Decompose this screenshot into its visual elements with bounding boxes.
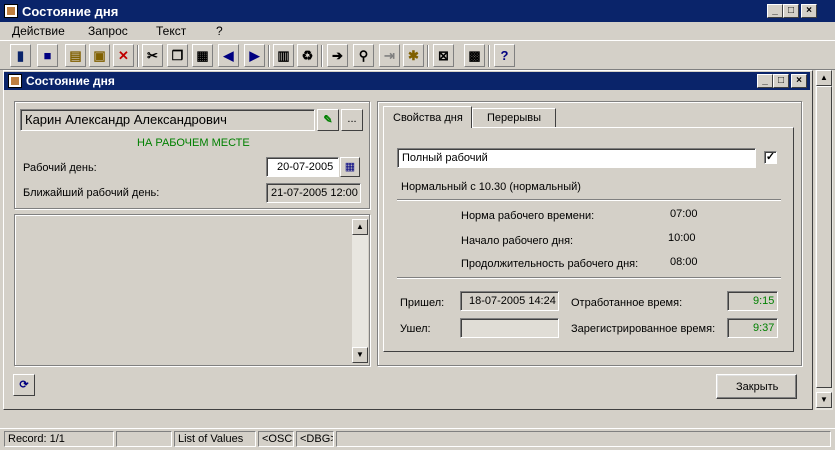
norm-label: Норма рабочего времени:: [461, 210, 595, 222]
goto-icon[interactable]: ➔: [327, 44, 348, 67]
maximize-icon[interactable]: □: [783, 4, 799, 18]
navigate-icon[interactable]: ⇥: [379, 44, 400, 67]
details-group: [14, 214, 370, 366]
workday-label: Рабочий день:: [23, 162, 97, 174]
status-osc: <OSC>: [258, 431, 294, 447]
settings-icon[interactable]: ✱: [403, 44, 424, 67]
insert-record-icon[interactable]: ▥: [273, 44, 294, 67]
nearest-day-field: 21-07-2005 12:00: [266, 183, 361, 203]
save-icon[interactable]: ■: [37, 44, 58, 67]
paste-icon[interactable]: ▦: [192, 44, 213, 67]
details-scroll-down-icon[interactable]: ▼: [352, 347, 368, 363]
status-label: НА РАБОЧЕМ МЕСТЕ: [137, 137, 250, 149]
tab-breaks[interactable]: Перерывы: [472, 108, 556, 128]
status-bar: Record: 1/1 List of Values <OSC> <DBG>: [0, 428, 835, 450]
print-icon[interactable]: ▤: [65, 44, 86, 67]
employee-lookup-icon[interactable]: ✎: [317, 109, 339, 131]
left-field: [460, 318, 559, 338]
toolbar-separator: [427, 45, 429, 67]
child-maximize-icon[interactable]: □: [773, 74, 789, 88]
find-icon[interactable]: ⚲: [353, 44, 374, 67]
refresh-icon[interactable]: ⟳: [13, 374, 35, 396]
close-icon[interactable]: ×: [801, 4, 817, 18]
registered-label: Зарегистрированное время:: [571, 323, 716, 335]
toolbar: ▮ ■ ▤ ▣ ✕ ✂ ❐ ▦ ◀ ▶ ▥ ♻ ➔ ⚲ ⇥ ✱ ⊠ ▩ ?: [0, 40, 835, 70]
close-button[interactable]: Закрыть: [716, 374, 797, 399]
left-label: Ушел:: [400, 323, 431, 335]
status-message: [336, 431, 831, 447]
toolbar-separator: [321, 45, 323, 67]
menu-help[interactable]: ?: [216, 24, 223, 38]
start-label: Начало рабочего дня:: [461, 235, 574, 247]
menu-text[interactable]: Текст: [156, 24, 186, 38]
toolbar-separator: [268, 45, 270, 67]
query-icon[interactable]: ▣: [89, 44, 110, 67]
menu-query[interactable]: Запрос: [88, 24, 128, 38]
child-title-bar: Состояние дня _ □ ×: [4, 72, 810, 90]
child-close-icon[interactable]: ×: [791, 74, 807, 88]
scroll-thumb[interactable]: [816, 86, 832, 388]
scroll-up-icon[interactable]: ▲: [816, 70, 832, 86]
worked-field: 9:15: [727, 291, 778, 311]
scroll-down-icon[interactable]: ▼: [816, 392, 832, 408]
details-scrollbar[interactable]: ▲ ▼: [352, 219, 368, 363]
grid-icon[interactable]: ▩: [464, 44, 485, 67]
day-type-field[interactable]: Полный рабочий: [397, 148, 756, 168]
main-title-bar: Состояние дня _ □ ×: [0, 0, 835, 22]
day-type-checkbox[interactable]: ✓: [764, 151, 777, 164]
exit-icon[interactable]: ▮: [10, 44, 31, 67]
calendar-icon[interactable]: ▦: [340, 157, 360, 177]
start-value: 10:00: [668, 232, 696, 244]
status-empty: [116, 431, 172, 447]
outer-scrollbar[interactable]: ▲ ▼: [815, 70, 833, 410]
help-icon[interactable]: ?: [494, 44, 515, 67]
schedule-label: Нормальный с 10.30 (нормальный): [401, 181, 581, 193]
app-icon: [4, 4, 18, 18]
window-title: Состояние дня: [22, 4, 119, 19]
next-icon[interactable]: ▶: [244, 44, 265, 67]
status-dbg: <DBG>: [296, 431, 334, 447]
worked-label: Отработанное время:: [571, 297, 683, 309]
minimize-icon[interactable]: _: [767, 4, 783, 18]
arrived-label: Пришел:: [400, 297, 445, 309]
status-record: Record: 1/1: [4, 431, 114, 447]
nearest-day-label: Ближайший рабочий день:: [23, 187, 160, 199]
copy-icon[interactable]: ❐: [167, 44, 188, 67]
more-button[interactable]: ...: [341, 109, 363, 131]
duration-label: Продолжительность рабочего дня:: [461, 258, 639, 270]
child-title: Состояние дня: [26, 74, 115, 88]
employee-name-field: Карин Александр Александрович: [20, 109, 315, 131]
toolbar-separator: [137, 45, 139, 67]
divider: [397, 199, 781, 201]
norm-value: 07:00: [670, 208, 698, 220]
menu-bar: Действие Запрос Текст ?: [0, 22, 835, 40]
registered-field: 9:37: [727, 318, 778, 338]
child-minimize-icon[interactable]: _: [757, 74, 773, 88]
toolbar-separator: [488, 45, 490, 67]
cut-icon[interactable]: ✂: [142, 44, 163, 67]
cancel-query-icon[interactable]: ✕: [113, 44, 134, 67]
details-scroll-up-icon[interactable]: ▲: [352, 219, 368, 235]
duration-value: 08:00: [670, 256, 698, 268]
form-icon: [8, 74, 22, 88]
clear-form-icon[interactable]: ⊠: [433, 44, 454, 67]
delete-record-icon[interactable]: ♻: [297, 44, 318, 67]
tab-day-properties[interactable]: Свойства дня: [383, 106, 472, 128]
previous-icon[interactable]: ◀: [218, 44, 239, 67]
arrived-field: 18-07-2005 14:24: [460, 291, 559, 311]
divider: [397, 277, 781, 279]
menu-action[interactable]: Действие: [12, 24, 65, 38]
status-lov: List of Values: [174, 431, 256, 447]
workday-input[interactable]: 20-07-2005: [266, 157, 339, 177]
